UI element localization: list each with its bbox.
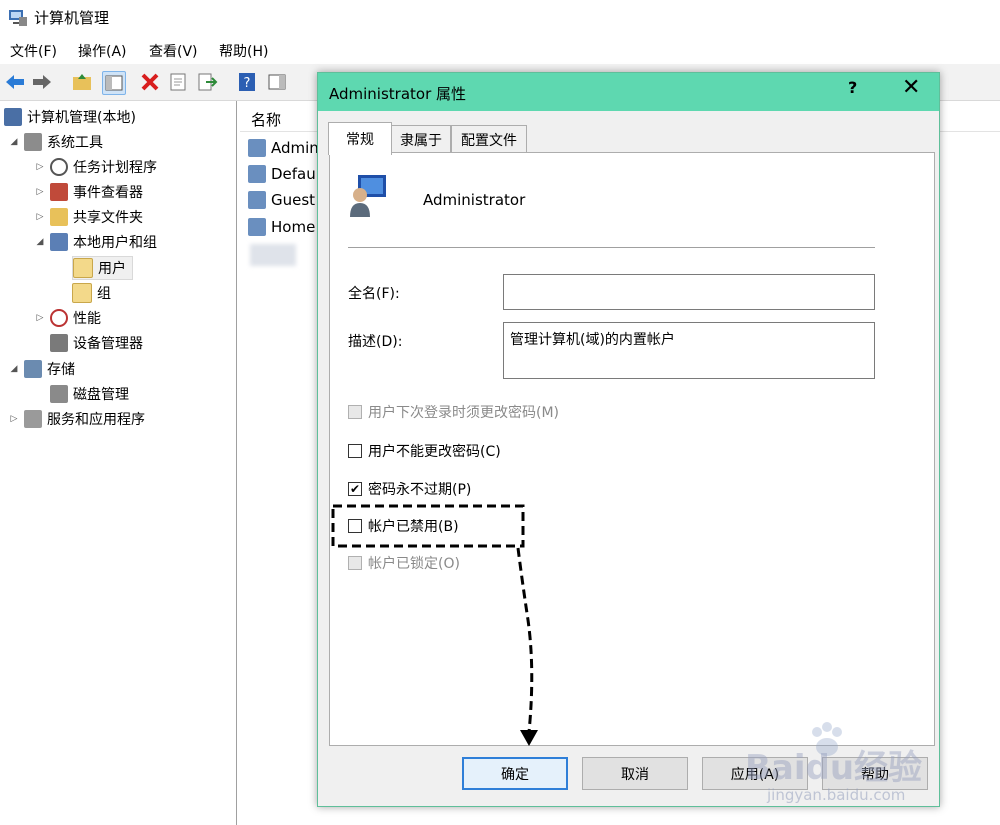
annotation-arrow (516, 547, 534, 733)
watermark-url: jingyan.baidu.com (767, 786, 906, 804)
watermark-text: Baidu经验 (745, 748, 923, 788)
annotation-overlay (331, 504, 538, 746)
watermark: Baidu经验 jingyan.baidu.com (745, 718, 995, 818)
arrow-head-icon (520, 730, 538, 746)
tab-general[interactable]: 常规 (328, 122, 392, 155)
highlight-box (331, 504, 525, 548)
